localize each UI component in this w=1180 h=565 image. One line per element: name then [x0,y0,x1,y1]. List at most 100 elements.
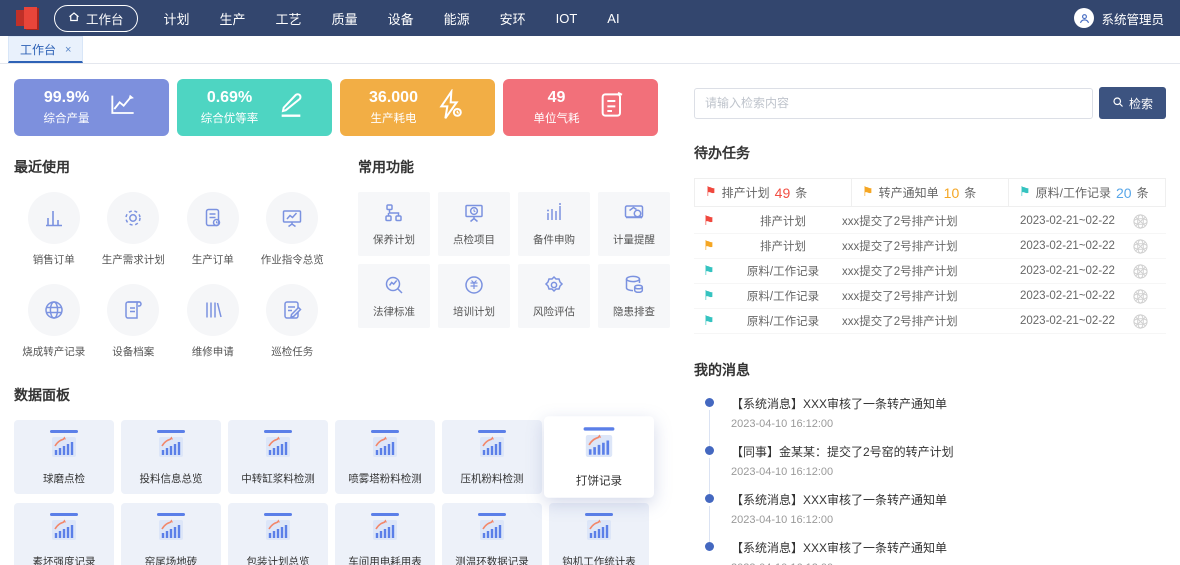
mesh-globe-icon[interactable] [1132,263,1166,280]
clipboard-edit-icon [596,89,628,126]
common-item-spot-check[interactable]: 点检项目 [438,192,510,256]
mesh-globe-icon[interactable] [1132,288,1166,305]
datapanel-card-spray-tower-powder-test[interactable]: 喷雾塔粉料检测 [335,420,435,494]
workbench-button[interactable]: 工作台 [54,5,138,32]
gear-badge-icon [542,273,566,297]
common-item-risk-assessment[interactable]: 风险评估 [518,264,590,328]
datapanel-card-press-powder-test[interactable]: 压机粉料检测 [442,420,542,494]
flag-icon: ⚑ [694,265,724,278]
dashboard-chart-icon [44,429,84,464]
messages-section: 我的消息 【系统消息】XXX审核了一条转产通知单 2023-04-10 16:1… [694,360,1166,565]
user-menu[interactable]: 系统管理员 [1074,8,1164,28]
datapanel-section: 数据面板 球磨点检 投料信息总览 中转缸浆料检测 喷雾塔粉料检测 [14,385,666,565]
stat-card-output[interactable]: 99.9% 综合产量 [14,79,169,136]
search-bar: 检索 [694,87,1166,119]
datapanel-card-ball-mill-check[interactable]: 球磨点检 [14,420,114,494]
menu-item-production[interactable]: 生产 [220,9,246,28]
recent-item-work-instruction[interactable]: 作业指令总览 [253,192,333,267]
datapanel-card-packing-plan[interactable]: 包装计划总览 [228,503,328,565]
message-item[interactable]: 【系统消息】XXX审核了一条转产通知单 2023-04-10 16:12:00 [704,539,1166,565]
message-item[interactable]: 【系统消息】XXX审核了一条转产通知单 2023-04-10 16:12:00 [704,395,1166,443]
dashboard-chart-icon [44,512,84,547]
todo-tab-scheduling-plan[interactable]: ⚑ 排产计划 49 条 [695,179,852,206]
todo-title: 待办任务 [694,143,1166,163]
message-item[interactable]: 【同事】金某某：提交了2号窑的转产计划 2023-04-10 16:12:00 [704,443,1166,491]
common-item-training-plan[interactable]: 培训计划 [438,264,510,328]
todo-row[interactable]: ⚑ 排产计划 xxx提交了2号排产计划 2023-02-21~02-22 [694,234,1166,259]
common-item-hazard-check[interactable]: 隐患排查 [598,264,670,328]
tab-bar: 工作台 × [0,36,1180,64]
stat-card-gas-consumption[interactable]: 49 单位气耗 [503,79,658,136]
recent-item-repair-request[interactable]: 维修申请 [173,284,253,359]
menu-item-quality[interactable]: 质量 [332,9,358,28]
menu-item-iot[interactable]: IOT [556,11,578,26]
dashboard-chart-icon [365,429,405,464]
common-item-metering-reminder[interactable]: 计量提醒 [598,192,670,256]
stat-value: 49 [534,89,580,107]
tab-workbench[interactable]: 工作台 × [8,36,83,63]
todo-row[interactable]: ⚑ 原料/工作记录 xxx提交了2号排产计划 2023-02-21~02-22 [694,284,1166,309]
dashboard-chart-icon [472,429,512,464]
recent-item-inspection-task[interactable]: 巡检任务 [253,284,333,359]
datapanel-card-feed-info[interactable]: 投料信息总览 [121,420,221,494]
stat-card-quality-rate[interactable]: 0.69% 综合优等率 [177,79,332,136]
mesh-globe-icon[interactable] [1132,238,1166,255]
menu-item-process[interactable]: 工艺 [276,9,302,28]
todo-tab-change-notice[interactable]: ⚑ 转产通知单 10 条 [852,179,1009,206]
datapanel-card-cake-record[interactable]: 打饼记录 [544,416,654,497]
todo-row[interactable]: ⚑ 排产计划 xxx提交了2号排产计划 2023-02-21~02-22 [694,209,1166,234]
common-item-maintenance-plan[interactable]: 保养计划 [358,192,430,256]
checklist-pen-icon [266,284,318,336]
mesh-globe-icon[interactable] [1132,213,1166,230]
presentation-clock-icon [462,201,486,225]
common-grid: 保养计划 点检项目 备件申购 计量提醒 [358,192,666,328]
main-content: 99.9% 综合产量 0.69% 综合优等率 36.000 生产耗电 49 单位… [0,64,1180,565]
user-avatar-icon [1074,8,1094,28]
menu-item-ai[interactable]: AI [607,11,619,26]
datapanel-card-kiln-tail-tile[interactable]: 窑尾场地砖 [121,503,221,565]
datapanel-card-transfer-slurry-test[interactable]: 中转缸浆料检测 [228,420,328,494]
coin-icon [462,273,486,297]
todo-row[interactable]: ⚑ 原料/工作记录 xxx提交了2号排产计划 2023-02-21~02-22 [694,309,1166,334]
todo-count: 49 [775,185,791,201]
recent-item-production-order[interactable]: 生产订单 [173,192,253,267]
datapanel-card-temp-ring-record[interactable]: 测温环数据记录 [442,503,542,565]
menu-item-equipment[interactable]: 设备 [388,9,414,28]
recent-item-demand-plan[interactable]: 生产需求计划 [94,192,174,267]
common-item-legal-standard[interactable]: 法律标准 [358,264,430,328]
datapanel-card-excavator-stats[interactable]: 钩机工作统计表 [549,503,649,565]
search-button[interactable]: 检索 [1099,87,1166,119]
lightning-icon [434,89,466,126]
recent-item-equipment-archive[interactable]: 设备档案 [94,284,174,359]
todo-tabs: ⚑ 排产计划 49 条 ⚑ 转产通知单 10 条 ⚑ 原料/工作记录 20 条 [694,178,1166,207]
datapanel-card-workshop-power-table[interactable]: 车间用电耗用表 [335,503,435,565]
todo-row[interactable]: ⚑ 原料/工作记录 xxx提交了2号排产计划 2023-02-21~02-22 [694,259,1166,284]
message-item[interactable]: 【系统消息】XXX审核了一条转产通知单 2023-04-10 16:12:00 [704,491,1166,539]
todo-list: ⚑ 排产计划 xxx提交了2号排产计划 2023-02-21~02-22 ⚑ 排… [694,209,1166,334]
todo-tab-material-work-record[interactable]: ⚑ 原料/工作记录 20 条 [1009,179,1165,206]
recent-item-sales-order[interactable]: 销售订单 [14,192,94,267]
tab-label: 工作台 [20,41,56,58]
org-chart-icon [382,201,406,225]
menu-item-safety[interactable]: 安环 [500,9,526,28]
dashboard-chart-icon [365,512,405,547]
menu-item-plan[interactable]: 计划 [164,9,190,28]
mesh-globe-icon[interactable] [1132,313,1166,330]
flag-icon: ⚑ [862,186,874,199]
dashboard-chart-icon [472,512,512,547]
datapanel-card-body-strength-record[interactable]: 素坯强度记录 [14,503,114,565]
monitor-search-icon [622,201,646,225]
tab-close-icon[interactable]: × [65,44,71,56]
menu-item-energy[interactable]: 能源 [444,9,470,28]
recent-title: 最近使用 [14,157,332,177]
line-chart-icon [106,89,140,126]
stat-value: 0.69% [201,89,259,107]
common-item-spare-parts[interactable]: 备件申购 [518,192,590,256]
dashboard-chart-icon [151,429,191,464]
stat-card-power-consumption[interactable]: 36.000 生产耗电 [340,79,495,136]
recent-item-firing-change-record[interactable]: 烧成转产记录 [14,284,94,359]
globe-icon [28,284,80,336]
flag-icon: ⚑ [705,186,717,199]
search-input[interactable] [694,88,1093,119]
recent-grid: 销售订单 生产需求计划 生产订单 作业指令总览 [14,192,332,359]
